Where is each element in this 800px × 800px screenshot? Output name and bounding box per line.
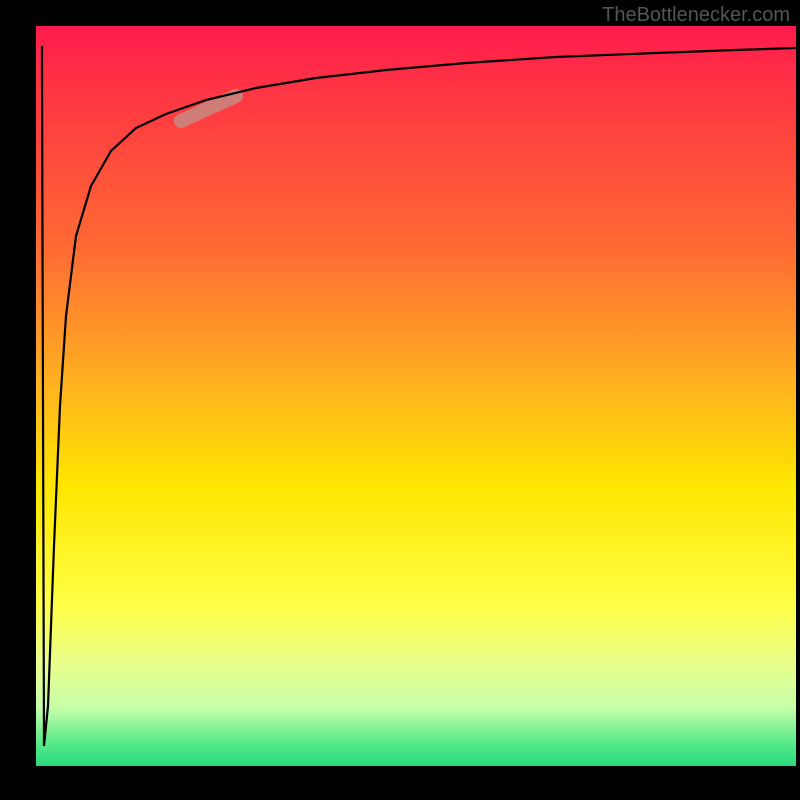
watermark-text: TheBottlenecker.com (602, 4, 790, 27)
bottleneck-curve (42, 46, 796, 746)
curve-svg (36, 26, 796, 766)
chart-plot-area (36, 26, 796, 766)
